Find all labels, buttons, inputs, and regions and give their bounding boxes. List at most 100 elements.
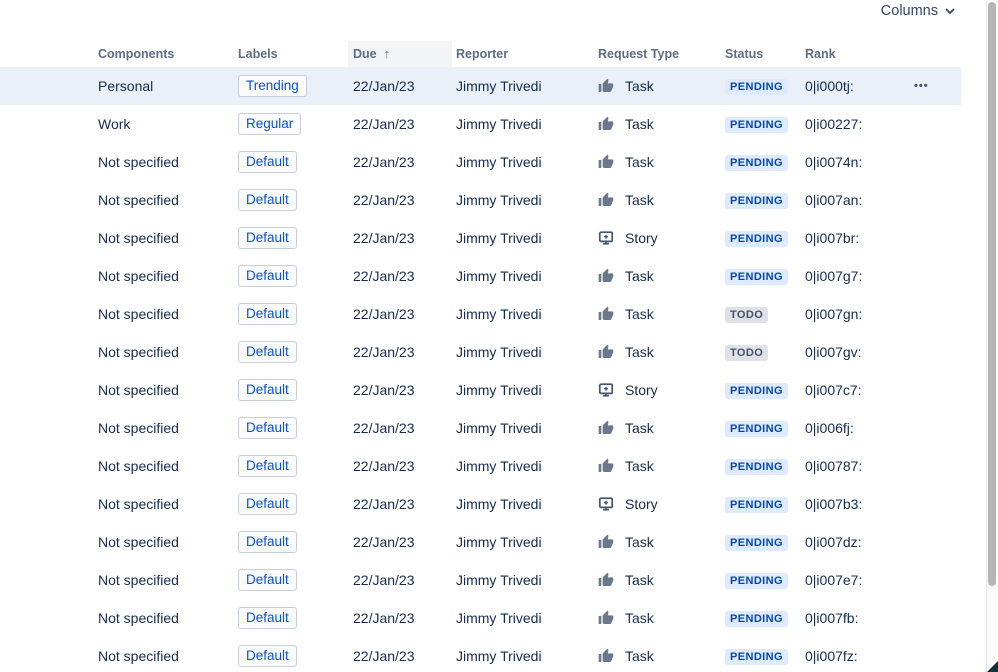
cell-status: PENDING (725, 609, 805, 627)
label-chip[interactable]: Regular (238, 113, 302, 135)
column-header-labels[interactable]: Labels (238, 40, 353, 67)
label-chip[interactable]: Default (238, 341, 297, 363)
thumbs-up-icon (598, 572, 614, 588)
cell-actions: ••• (912, 498, 961, 510)
table-row[interactable]: Not specified Default 22/Jan/23 Jimmy Tr… (0, 485, 961, 523)
thumbs-up-icon (598, 116, 614, 132)
status-badge: PENDING (725, 269, 788, 285)
label-chip[interactable]: Default (238, 493, 297, 515)
label-chip[interactable]: Trending (238, 75, 307, 97)
cell-status: PENDING (725, 267, 805, 285)
cell-actions: ••• (912, 422, 961, 434)
cell-actions: ••• (912, 156, 961, 168)
status-badge: TODO (725, 307, 769, 323)
cell-due: 22/Jan/23 (353, 116, 415, 132)
cell-actions: ••• (912, 270, 961, 282)
column-header-components[interactable]: Components (98, 40, 238, 67)
cell-request-type: Story (598, 496, 725, 512)
table-row[interactable]: Not specified Default 22/Jan/23 Jimmy Tr… (0, 371, 961, 409)
columns-dropdown[interactable]: Columns (881, 2, 956, 20)
cell-rank: 0|i006fj: (805, 420, 854, 436)
cell-actions: ••• (912, 460, 961, 472)
cell-components: Not specified (98, 230, 179, 246)
cell-due: 22/Jan/23 (353, 306, 415, 322)
cell-reporter: Jimmy Trivedi (456, 306, 542, 322)
cell-due: 22/Jan/23 (353, 572, 415, 588)
cell-rank: 0|i007fb: (805, 610, 859, 626)
cell-request-type: Task (598, 458, 725, 474)
column-header-reporter[interactable]: Reporter (456, 40, 598, 67)
table-row[interactable]: Personal Trending 22/Jan/23 Jimmy Trived… (0, 67, 961, 105)
cell-components: Work (98, 116, 131, 132)
label-chip[interactable]: Default (238, 569, 297, 591)
table-row[interactable]: Not specified Default 22/Jan/23 Jimmy Tr… (0, 333, 961, 371)
more-actions-icon[interactable]: ••• (912, 80, 929, 92)
cell-labels: Default (238, 189, 353, 211)
table-row[interactable]: Not specified Default 22/Jan/23 Jimmy Tr… (0, 637, 961, 672)
table-row[interactable]: Not specified Default 22/Jan/23 Jimmy Tr… (0, 523, 961, 561)
cell-labels: Trending (238, 75, 353, 97)
cell-rank: 0|i007e7: (805, 572, 863, 588)
vertical-scrollbar[interactable] (986, 0, 998, 672)
label-chip[interactable]: Default (238, 189, 297, 211)
table-row[interactable]: Not specified Default 22/Jan/23 Jimmy Tr… (0, 599, 961, 637)
cell-due: 22/Jan/23 (353, 192, 415, 208)
status-badge: TODO (725, 345, 769, 361)
table-row[interactable]: Work Regular 22/Jan/23 Jimmy Trivedi Tas… (0, 105, 961, 143)
cell-components: Not specified (98, 154, 179, 170)
label-chip[interactable]: Default (238, 265, 297, 287)
cell-labels: Default (238, 379, 353, 401)
cell-labels: Default (238, 645, 353, 667)
table-row[interactable]: Not specified Default 22/Jan/23 Jimmy Tr… (0, 561, 961, 599)
status-badge: PENDING (725, 611, 788, 627)
column-header-request-type[interactable]: Request Type (598, 40, 725, 67)
cell-reporter: Jimmy Trivedi (456, 344, 542, 360)
thumbs-up-icon (598, 344, 614, 360)
table-row[interactable]: Not specified Default 22/Jan/23 Jimmy Tr… (0, 447, 961, 485)
cell-request-type: Task (598, 306, 725, 322)
cell-request-type: Task (598, 420, 725, 436)
cell-reporter: Jimmy Trivedi (456, 496, 542, 512)
cell-reporter: Jimmy Trivedi (456, 420, 542, 436)
table-row[interactable]: Not specified Default 22/Jan/23 Jimmy Tr… (0, 295, 961, 333)
label-chip[interactable]: Default (238, 151, 297, 173)
label-chip[interactable]: Default (238, 379, 297, 401)
toolbar: Columns (0, 0, 998, 40)
label-chip[interactable]: Default (238, 455, 297, 477)
thumbs-up-icon (598, 78, 614, 94)
status-badge: PENDING (725, 231, 788, 247)
cell-reporter: Jimmy Trivedi (456, 78, 542, 94)
cell-due: 22/Jan/23 (353, 268, 415, 284)
label-chip[interactable]: Default (238, 227, 297, 249)
label-chip[interactable]: Default (238, 607, 297, 629)
table-row[interactable]: Not specified Default 22/Jan/23 Jimmy Tr… (0, 409, 961, 447)
cell-due: 22/Jan/23 (353, 648, 415, 664)
table-row[interactable]: Not specified Default 22/Jan/23 Jimmy Tr… (0, 143, 961, 181)
cell-status: TODO (725, 305, 805, 323)
sort-ascending-icon: ↑ (383, 46, 391, 61)
label-chip[interactable]: Default (238, 417, 297, 439)
cell-labels: Default (238, 569, 353, 591)
cell-actions: ••• (912, 118, 961, 130)
cell-labels: Regular (238, 113, 353, 135)
column-header-status[interactable]: Status (725, 40, 805, 67)
label-chip[interactable]: Default (238, 645, 297, 667)
table-row[interactable]: Not specified Default 22/Jan/23 Jimmy Tr… (0, 257, 961, 295)
cell-status: PENDING (725, 419, 805, 437)
cell-due: 22/Jan/23 (353, 382, 415, 398)
cell-labels: Default (238, 151, 353, 173)
cell-rank: 0|i007gv: (805, 344, 862, 360)
thumbs-up-icon (598, 154, 614, 170)
column-header-due[interactable]: Due ↑ (348, 40, 456, 67)
label-chip[interactable]: Default (238, 531, 297, 553)
column-header-rank[interactable]: Rank (805, 40, 912, 67)
cell-labels: Default (238, 227, 353, 249)
cell-request-type: Story (598, 230, 725, 246)
thumbs-up-icon (598, 306, 614, 322)
label-chip[interactable]: Default (238, 303, 297, 325)
table-row[interactable]: Not specified Default 22/Jan/23 Jimmy Tr… (0, 219, 961, 257)
table-row[interactable]: Not specified Default 22/Jan/23 Jimmy Tr… (0, 181, 961, 219)
cell-components: Not specified (98, 572, 179, 588)
scrollbar-thumb[interactable] (988, 2, 996, 586)
cell-due: 22/Jan/23 (353, 534, 415, 550)
